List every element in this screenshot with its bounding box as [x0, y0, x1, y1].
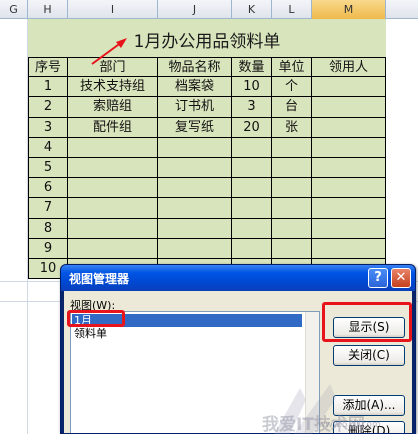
close-button[interactable]: 关闭(C): [333, 345, 405, 366]
views-listbox[interactable]: 1月 领料单: [70, 311, 320, 433]
cell-department[interactable]: 索赔组: [68, 97, 158, 118]
cell-recipient[interactable]: [312, 137, 386, 158]
cell-quantity[interactable]: 3: [232, 97, 272, 118]
cell-index[interactable]: 6: [28, 178, 68, 199]
close-icon[interactable]: ✕: [391, 268, 411, 288]
header-cell-index[interactable]: 序号: [28, 57, 68, 78]
cell-recipient[interactable]: [312, 117, 386, 138]
cell-index[interactable]: 3: [28, 117, 68, 138]
cell-recipient[interactable]: [312, 97, 386, 118]
view-manager-dialog: 视图管理器 ? ✕ 视图(W): 1月 领料单 显示(S) 关闭(C) 添加(A…: [60, 264, 416, 434]
column-header-j[interactable]: J: [158, 0, 232, 19]
cell-unit[interactable]: [272, 238, 312, 259]
cell-unit[interactable]: [272, 178, 312, 199]
show-button[interactable]: 显示(S): [333, 317, 405, 338]
cell-quantity[interactable]: [232, 218, 272, 239]
cell-index[interactable]: 2: [28, 97, 68, 118]
column-header-k[interactable]: K: [232, 0, 272, 19]
cell-department[interactable]: [68, 218, 158, 239]
cell-item[interactable]: [158, 218, 232, 239]
cell-department[interactable]: [68, 238, 158, 259]
cell-unit[interactable]: 张: [272, 117, 312, 138]
cell-department[interactable]: [68, 158, 158, 179]
dialog-title: 视图管理器: [69, 272, 130, 286]
cell-item[interactable]: [158, 158, 232, 179]
cell-item[interactable]: [158, 238, 232, 259]
dialog-titlebar[interactable]: 视图管理器 ? ✕: [61, 265, 415, 291]
column-header-i[interactable]: I: [68, 0, 158, 19]
cell-unit[interactable]: [272, 198, 312, 219]
cell-item[interactable]: [158, 198, 232, 219]
cell-unit[interactable]: 个: [272, 77, 312, 98]
cell-quantity[interactable]: [232, 137, 272, 158]
header-cell-recipient[interactable]: 领用人: [312, 57, 386, 78]
header-cell-department[interactable]: 部门: [68, 57, 158, 78]
cell-item[interactable]: [158, 137, 232, 158]
column-header-bar: G H I J K L M: [0, 0, 418, 19]
cell-quantity[interactable]: 10: [232, 77, 272, 98]
cell-index[interactable]: 7: [28, 198, 68, 219]
cell-recipient[interactable]: [312, 178, 386, 199]
cell-item[interactable]: 复写纸: [158, 117, 232, 138]
column-header-m[interactable]: M: [312, 0, 386, 19]
cell-item[interactable]: 档案袋: [158, 77, 232, 98]
cell-quantity[interactable]: [232, 238, 272, 259]
cell-index[interactable]: 5: [28, 158, 68, 179]
cell-recipient[interactable]: [312, 238, 386, 259]
view-item-2[interactable]: 领料单: [72, 327, 302, 340]
cell-quantity[interactable]: 20: [232, 117, 272, 138]
cell-unit[interactable]: [272, 137, 312, 158]
cell-recipient[interactable]: [312, 158, 386, 179]
cell-item[interactable]: 订书机: [158, 97, 232, 118]
listbox-scrollbar[interactable]: [305, 312, 319, 433]
cell-index[interactable]: 1: [28, 77, 68, 98]
dialog-body: 视图(W): 1月 领料单 显示(S) 关闭(C) 添加(A)... 删除(D): [64, 291, 412, 433]
cell-department[interactable]: [68, 198, 158, 219]
cell-department[interactable]: 配件组: [68, 117, 158, 138]
cell-recipient[interactable]: [312, 218, 386, 239]
cell-recipient[interactable]: [312, 77, 386, 98]
add-button[interactable]: 添加(A)...: [333, 395, 405, 416]
cell-item[interactable]: [158, 178, 232, 199]
view-item-1[interactable]: 1月: [72, 314, 302, 327]
cell-quantity[interactable]: [232, 178, 272, 199]
cell-department[interactable]: [68, 137, 158, 158]
cell-recipient[interactable]: [312, 198, 386, 219]
sheet-title: 1月办公用品领料单: [133, 32, 281, 52]
header-cell-unit[interactable]: 单位: [272, 57, 312, 78]
help-button[interactable]: ?: [368, 268, 388, 288]
cell-department[interactable]: [68, 178, 158, 199]
cell-quantity[interactable]: [232, 158, 272, 179]
cell-department[interactable]: 技术支持组: [68, 77, 158, 98]
cell-index[interactable]: 8: [28, 218, 68, 239]
column-header-h[interactable]: H: [28, 0, 68, 19]
column-header-g[interactable]: G: [0, 0, 28, 19]
header-cell-item[interactable]: 物品名称: [158, 57, 232, 78]
cell-unit[interactable]: [272, 158, 312, 179]
cell-unit[interactable]: [272, 218, 312, 239]
cell-index[interactable]: 4: [28, 137, 68, 158]
column-header-l[interactable]: L: [272, 0, 312, 19]
cell-index[interactable]: 9: [28, 238, 68, 259]
cell-unit[interactable]: 台: [272, 97, 312, 118]
delete-button[interactable]: 删除(D): [333, 421, 405, 433]
header-cell-quantity[interactable]: 数量: [232, 57, 272, 78]
cell-quantity[interactable]: [232, 198, 272, 219]
